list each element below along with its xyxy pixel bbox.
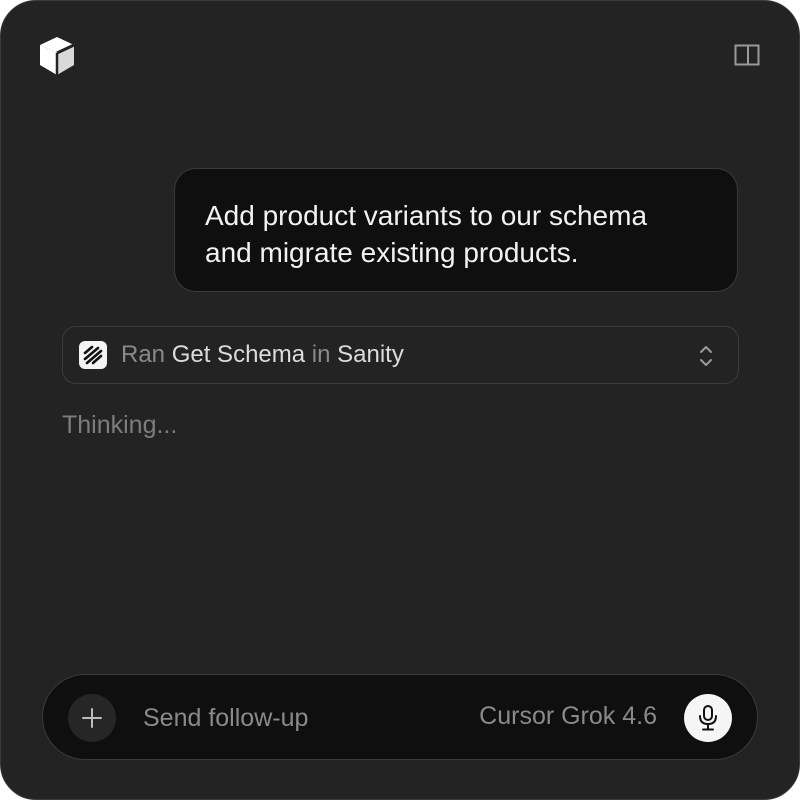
tool-call-row[interactable]: Ran Get Schema in Sanity (62, 326, 739, 384)
microphone-icon (699, 705, 717, 731)
cube-logo-icon (40, 37, 75, 75)
microphone-button[interactable] (684, 694, 732, 742)
tool-call-verb: Ran (121, 341, 166, 368)
follow-up-input[interactable] (141, 697, 445, 739)
tool-call-text: Ran Get Schema in Sanity (121, 341, 404, 369)
tool-call-connector: in (311, 341, 331, 368)
user-message-line: Add product variants to our schema (205, 200, 648, 231)
add-attachment-button[interactable] (68, 694, 116, 742)
composer-bar: Cursor Grok 4.6 (42, 674, 758, 760)
tool-call-source: Sanity (337, 341, 404, 368)
sidebar-panel-icon[interactable] (734, 43, 760, 67)
plus-icon (82, 708, 102, 728)
chevron-up-down-icon[interactable] (698, 343, 714, 369)
model-selector[interactable]: Cursor Grok 4.6 (479, 702, 657, 731)
sanity-logo-icon (79, 341, 107, 369)
user-message-line: and migrate existing products. (205, 237, 579, 268)
thinking-status: Thinking... (62, 411, 178, 439)
user-message-bubble: Add product variants to our schema and m… (174, 168, 738, 292)
tool-call-name: Get Schema (171, 341, 306, 368)
agent-chat-window: Add product variants to our schema and m… (0, 0, 800, 800)
